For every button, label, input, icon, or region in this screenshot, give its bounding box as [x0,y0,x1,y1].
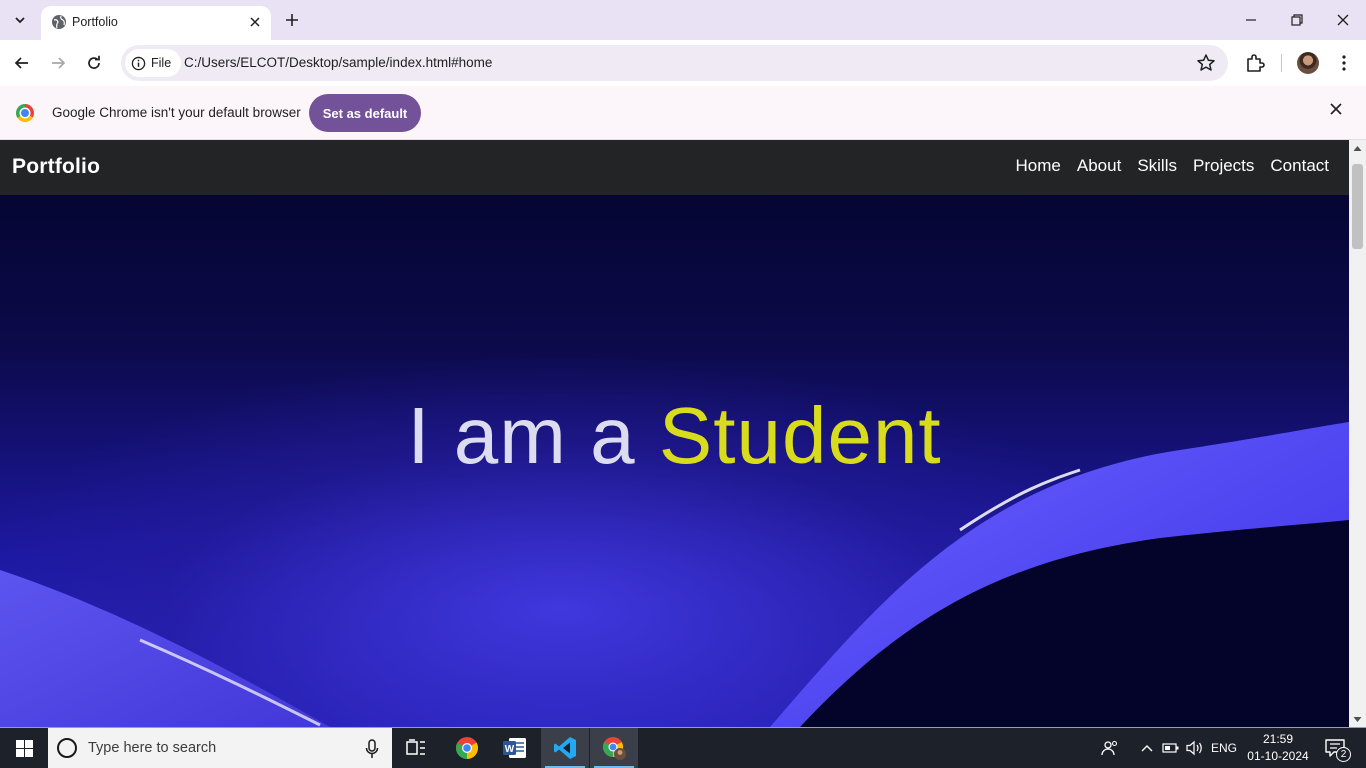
speaker-icon [1186,740,1202,756]
arrow-right-icon [52,57,66,69]
tab-portfolio[interactable]: Portfolio [41,6,271,40]
site-brand[interactable]: Portfolio [12,155,100,179]
window-close-button[interactable] [1331,8,1355,32]
taskbar-vscode[interactable] [541,728,589,768]
default-browser-infobar: Google Chrome isn't your default browser… [0,86,1366,140]
svg-text:W: W [505,744,515,755]
taskbar-chrome[interactable] [443,728,491,768]
search-icon [57,738,77,758]
task-view-button[interactable] [392,728,440,768]
tab-search-button[interactable] [7,7,33,33]
battery-tray-button[interactable] [1160,728,1182,768]
notification-count-badge: 2 [1336,747,1351,762]
vscode-icon [554,737,576,759]
scroll-down-arrow-icon[interactable] [1353,715,1362,724]
nav-link-skills[interactable]: Skills [1137,156,1177,176]
site-nav-links: Home About Skills Projects Contact [1016,156,1329,176]
url-text[interactable]: C:/Users/ELCOT/Desktop/sample/index.html… [184,55,492,70]
task-view-icon [406,739,425,755]
more-vert-icon [1342,55,1346,71]
nav-link-home[interactable]: Home [1016,156,1061,176]
reload-button[interactable] [81,50,107,76]
extensions-icon[interactable] [1243,51,1267,75]
tab-strip: Portfolio [0,0,1366,40]
taskbar-word[interactable]: W [491,728,539,768]
reload-icon [88,55,100,69]
site-info-label: File [151,56,172,70]
nav-link-projects[interactable]: Projects [1193,156,1254,176]
plus-icon [286,14,298,26]
clock-date: 01-10-2024 [1247,749,1309,763]
toolbar-divider [1281,54,1282,72]
chevron-up-icon [1141,745,1153,752]
address-bar[interactable]: File C:/Users/ELCOT/Desktop/sample/index… [121,45,1228,81]
profile-avatar[interactable] [1297,52,1319,74]
new-tab-button[interactable] [281,9,303,31]
page-viewport: Portfolio Home About Skills Projects Con… [0,140,1349,727]
scrollbar-thumb[interactable] [1352,164,1363,249]
people-tray-button[interactable] [1098,728,1122,768]
close-icon [1337,14,1349,26]
people-icon [1101,740,1118,756]
taskbar-chrome-profile[interactable] [590,728,638,768]
word-icon: W [503,738,526,758]
restore-button[interactable] [1285,8,1309,32]
battery-icon [1162,743,1179,753]
headline-accent: Student [658,391,942,480]
set-as-default-button[interactable]: Set as default [309,94,421,132]
taskbar-clock[interactable]: 21:59 01-10-2024 [1244,731,1312,765]
bookmark-star-icon[interactable] [1196,53,1216,73]
show-hidden-icons-button[interactable] [1136,728,1158,768]
chevron-down-icon [15,17,25,24]
hero-headline: I am a Student [0,390,1349,482]
close-icon[interactable] [1330,103,1342,115]
start-button[interactable] [0,728,48,768]
volume-tray-button[interactable] [1184,728,1206,768]
microphone-icon[interactable] [365,739,379,759]
site-navbar: Portfolio Home About Skills Projects Con… [0,140,1349,195]
restore-icon [1291,14,1303,26]
windows-taskbar: Type here to search W ENG 21:59 01-10-20… [0,728,1366,768]
minimize-button[interactable] [1239,8,1263,32]
nav-link-contact[interactable]: Contact [1270,156,1329,176]
info-icon [131,56,146,70]
page-scrollbar[interactable] [1349,140,1366,727]
headline-lead: I am a [407,391,659,480]
chrome-profile-icon [602,737,626,760]
minimize-icon [1246,19,1256,21]
nav-link-about[interactable]: About [1077,156,1121,176]
tab-close-button[interactable] [245,12,265,32]
taskbar-search-box[interactable]: Type here to search [48,728,392,768]
windows-logo-icon [15,739,33,757]
browser-menu-button[interactable] [1334,51,1354,75]
tab-title: Portfolio [72,15,118,29]
forward-button[interactable] [45,50,71,76]
chrome-logo-icon [16,104,34,122]
globe-icon [52,15,66,29]
search-placeholder: Type here to search [88,740,217,756]
arrow-left-icon [14,57,28,69]
clock-time: 21:59 [1262,732,1294,746]
browser-toolbar: File C:/Users/ELCOT/Desktop/sample/index… [0,40,1366,86]
site-info-chip[interactable]: File [125,49,182,77]
chrome-icon [456,737,478,759]
infobar-message: Google Chrome isn't your default browser [52,105,301,120]
close-icon [250,17,260,27]
back-button[interactable] [9,50,35,76]
language-indicator[interactable]: ENG [1208,728,1240,768]
scroll-up-arrow-icon[interactable] [1353,144,1362,153]
